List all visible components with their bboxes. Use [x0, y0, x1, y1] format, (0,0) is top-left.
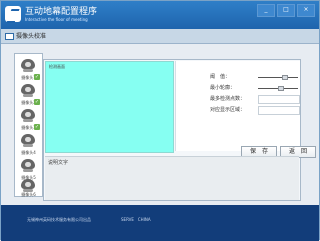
camera-label: 摄像头4: [21, 150, 36, 155]
description-area[interactable]: 说明文字: [45, 156, 299, 200]
application-window: 互动地幕配置程序 Interactive the floor of meetin…: [0, 0, 320, 241]
detection-area-row: 对应显示区域：: [176, 106, 300, 116]
settings-panel: 阈 值： 最小轮廓： 最多检测点数： 对应显示区域：: [175, 61, 300, 151]
sensitivity-label: 最小轮廓：: [210, 85, 236, 91]
app-logo-icon: [5, 6, 21, 22]
tab-camera-calibration[interactable]: 摄像头校准: [16, 31, 46, 40]
description-label: 说明文字: [48, 160, 69, 166]
company-text: 无锡神州英码技术服务有限公司出品: [27, 217, 91, 222]
camera-calibration-icon: [5, 33, 14, 40]
check-icon: ✓: [34, 99, 40, 105]
app-title: 互动地幕配置程序: [25, 7, 98, 17]
main-panel: 检测画面 阈 值： 最小轮廓： 最多检测点数： 对应显示区域： 保 存 返 回 …: [43, 59, 316, 201]
video-label: 检测画面: [49, 64, 65, 69]
brightness-row: 阈 值：: [176, 73, 300, 83]
camera-icon[interactable]: [19, 132, 37, 150]
brightness-thumb[interactable]: [282, 75, 288, 80]
tab-bar: 摄像头校准: [1, 29, 319, 44]
camera-icon[interactable]: [19, 107, 37, 125]
max-detection-row: 最多检测点数：: [176, 95, 300, 105]
check-icon: ✓: [34, 74, 40, 80]
max-detection-input[interactable]: [258, 95, 300, 104]
camera-icon[interactable]: [19, 57, 37, 75]
camera-icon[interactable]: [19, 82, 37, 100]
footer-bar: 无锡神州英码技术服务有限公司出品 SERVE CHINA: [1, 205, 319, 241]
sensitivity-row: 最小轮廓：: [176, 84, 300, 94]
app-subtitle: Interactive the floor of meeting: [25, 17, 88, 22]
brightness-label: 阈 值：: [210, 74, 231, 80]
check-icon: ✓: [34, 124, 40, 130]
minimize-button[interactable]: _: [257, 4, 275, 17]
camera-list: 摄像头1 ✓ 摄像头2 ✓ 摄像头3 ✓ 摄像头4 摄像头5 摄像头6: [14, 53, 43, 197]
detection-area-label: 对应显示区域：: [210, 107, 246, 113]
brightness-slider[interactable]: [258, 75, 298, 80]
maximize-button[interactable]: □: [277, 4, 295, 17]
sensitivity-slider[interactable]: [258, 86, 298, 91]
detection-area-input[interactable]: [258, 106, 300, 115]
window-controls: _ □ ×: [257, 4, 315, 17]
close-button[interactable]: ×: [297, 4, 315, 17]
video-preview[interactable]: 检测画面: [45, 61, 174, 153]
camera-icon[interactable]: [19, 157, 37, 175]
sensitivity-thumb[interactable]: [278, 86, 284, 91]
title-bar: 互动地幕配置程序 Interactive the floor of meetin…: [1, 1, 319, 29]
camera-label: 摄像头6: [21, 192, 36, 197]
max-detection-label: 最多检测点数：: [210, 96, 246, 102]
serve-china-text: SERVE CHINA: [121, 217, 151, 222]
